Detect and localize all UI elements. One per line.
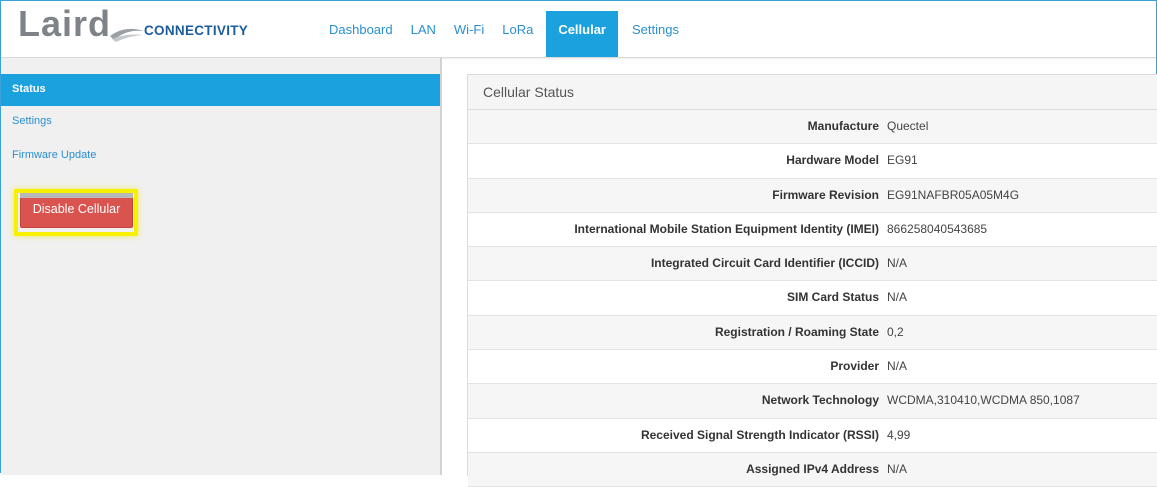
table-row: International Mobile Station Equipment I… [468, 213, 1157, 248]
row-value: WCDMA,310410,WCDMA 850,1087 [887, 393, 1080, 408]
row-value: N/A [887, 461, 908, 476]
panel-title: Cellular Status [468, 75, 1157, 110]
table-row: Network Technology WCDMA,310410,WCDMA 85… [468, 384, 1157, 419]
nav-lan[interactable]: LAN [402, 11, 445, 57]
row-label: Integrated Circuit Card Identifier (ICCI… [650, 256, 879, 271]
row-label: Firmware Revision [772, 187, 879, 202]
row-label: Received Signal Strength Indicator (RSSI… [640, 427, 879, 442]
logo-swoosh-icon [110, 28, 144, 42]
top-navbar: Laird CONNECTIVITY Dashboard LAN Wi-Fi L… [1, 1, 1156, 58]
app-frame: Laird CONNECTIVITY Dashboard LAN Wi-Fi L… [0, 0, 1157, 487]
nav-wifi[interactable]: Wi-Fi [445, 11, 493, 57]
table-row: Assigned IPv4 Address N/A [468, 452, 1157, 487]
row-value: 0,2 [887, 324, 904, 339]
row-value: Quectel [887, 119, 929, 133]
row-value: EG91NAFBR05A05M4G [887, 187, 1020, 202]
table-row: Firmware Revision EG91NAFBR05A05M4G [468, 178, 1157, 213]
table-row: Manufacture Quectel [468, 110, 1157, 145]
sidebar-item-firmware-update[interactable]: Firmware Update [1, 140, 440, 172]
main-nav: Dashboard LAN Wi-Fi LoRa Cellular Settin… [320, 11, 688, 57]
table-row: Hardware Model EG91 [468, 144, 1157, 179]
row-label: International Mobile Station Equipment I… [574, 221, 879, 236]
sidebar: Status Settings Firmware Update Disable … [1, 58, 442, 475]
row-value: EG91 [887, 153, 918, 168]
nav-settings[interactable]: Settings [623, 11, 688, 57]
logo-subtitle: CONNECTIVITY [144, 23, 249, 38]
table-row: Registration / Roaming State 0,2 [468, 315, 1157, 351]
row-label: Network Technology [761, 393, 879, 408]
cellular-status-panel: Cellular Status Manufacture Quectel Hard… [467, 74, 1157, 487]
sidebar-item-status[interactable]: Status [1, 74, 440, 106]
row-value: 4,99 [887, 427, 911, 442]
table-row: SIM Card Status N/A [468, 281, 1157, 316]
row-label: Manufacture [807, 119, 879, 133]
row-value: 866258040543685 [887, 221, 988, 236]
laird-logo[interactable]: Laird CONNECTIVITY [18, 3, 258, 49]
nav-dashboard[interactable]: Dashboard [320, 11, 402, 57]
sidebar-item-settings[interactable]: Settings [1, 106, 440, 138]
row-value: N/A [887, 290, 908, 305]
logo-wordmark: Laird [18, 3, 112, 44]
nav-lora[interactable]: LoRa [493, 11, 542, 57]
row-label: Hardware Model [786, 153, 879, 168]
table-row: Received Signal Strength Indicator (RSSI… [468, 419, 1157, 453]
table-row: Provider N/A [468, 350, 1157, 385]
row-label: Provider [830, 359, 879, 374]
row-label: SIM Card Status [786, 290, 879, 305]
table-row: Integrated Circuit Card Identifier (ICCI… [468, 247, 1157, 282]
row-value: N/A [887, 359, 908, 374]
row-label: Registration / Roaming State [714, 324, 879, 339]
row-label: Assigned IPv4 Address [746, 461, 879, 476]
status-table: Manufacture Quectel Hardware Model EG91 … [468, 110, 1157, 487]
disable-cellular-button[interactable]: Disable Cellular [20, 193, 133, 228]
row-value: N/A [887, 256, 908, 271]
nav-cellular[interactable]: Cellular [546, 11, 618, 57]
